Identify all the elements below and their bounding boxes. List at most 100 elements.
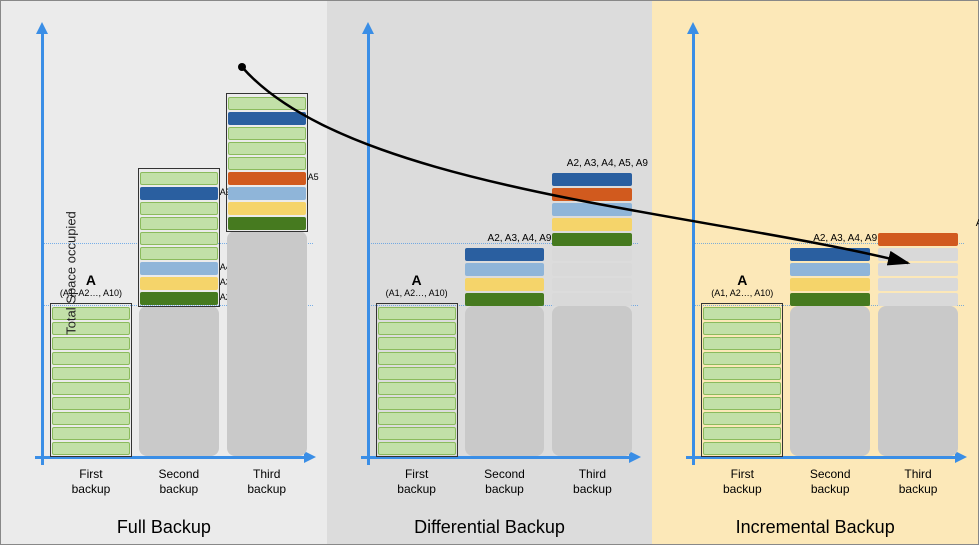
data-block-dkgreen bbox=[228, 217, 306, 230]
x-label: Thirdbackup bbox=[878, 467, 958, 496]
data-block-ltgrey bbox=[552, 293, 632, 306]
x-label: Thirdbackup bbox=[227, 467, 307, 496]
data-block-dkgreen bbox=[465, 293, 545, 306]
data-block-green bbox=[378, 427, 456, 440]
data-block-orange bbox=[552, 188, 632, 201]
panel-title: Differential Backup bbox=[327, 517, 653, 538]
data-block-green bbox=[52, 412, 130, 425]
data-block-green bbox=[703, 397, 781, 410]
y-axis bbox=[692, 32, 695, 465]
data-block-green bbox=[228, 142, 306, 155]
data-block-yellow bbox=[465, 278, 545, 291]
bar-stack: A5 bbox=[227, 94, 307, 456]
data-block-green bbox=[228, 127, 306, 140]
data-block-blue: A4 bbox=[140, 262, 218, 275]
x-label: Secondbackup bbox=[139, 467, 219, 496]
block-side-label: A5 bbox=[306, 172, 319, 182]
data-block-green bbox=[703, 352, 781, 365]
y-axis bbox=[367, 32, 370, 465]
data-block-yellow bbox=[552, 218, 632, 231]
data-block-ltgrey bbox=[878, 248, 958, 261]
column-header: A(A1, A2…, A10) bbox=[377, 272, 457, 298]
bar-stack: A2, A3, A4, A5, A9 bbox=[552, 171, 632, 456]
data-block-dkblue bbox=[465, 248, 545, 261]
bar-column: A5 bbox=[878, 231, 958, 456]
bar-column: A5 bbox=[227, 94, 307, 456]
data-block-ltgrey bbox=[878, 293, 958, 306]
data-block-green bbox=[378, 397, 456, 410]
data-block-green bbox=[52, 427, 130, 440]
bar-stack: A(A1, A2…, A10) bbox=[377, 304, 457, 456]
new-data-group: A5 bbox=[227, 94, 307, 231]
panel-differential-backup: A(A1, A2…, A10)A2, A3, A4, A9A2, A3, A4,… bbox=[327, 1, 653, 544]
data-block-green bbox=[378, 367, 456, 380]
bar-column: A2, A3, A4, A9 bbox=[465, 246, 545, 456]
y-axis-label: Total Space occupied bbox=[63, 211, 78, 335]
data-block-green bbox=[140, 247, 218, 260]
data-block-green bbox=[140, 172, 218, 185]
prior-space-ghost bbox=[878, 306, 958, 456]
prior-space-ghost bbox=[139, 306, 219, 456]
x-label: Secondbackup bbox=[790, 467, 870, 496]
x-label: Secondbackup bbox=[465, 467, 545, 496]
header-sub: (A1, A2…, A10) bbox=[377, 288, 457, 298]
data-block-ltgrey bbox=[878, 263, 958, 276]
data-block-green bbox=[703, 337, 781, 350]
x-axis bbox=[361, 456, 632, 459]
x-axis-labels: Firstbackup SecondbackupThirdbackup bbox=[377, 467, 633, 496]
data-block-green bbox=[703, 382, 781, 395]
data-block-blue bbox=[552, 203, 632, 216]
x-label: Firstbackup bbox=[51, 467, 131, 496]
x-axis-labels: FirstbackupSecondbackupThirdbackup bbox=[702, 467, 958, 496]
bar-columns: A(A1, A2…, A10)A2A3A4A9A5 bbox=[51, 28, 307, 456]
prior-space-ghost bbox=[227, 231, 307, 456]
data-block-green bbox=[378, 352, 456, 365]
bar-column: A(A1, A2…, A10) bbox=[377, 304, 457, 456]
bar-stack: A2, A3, A4, A9 bbox=[465, 246, 545, 456]
prior-space-ghost bbox=[790, 306, 870, 456]
data-block-blue bbox=[790, 263, 870, 276]
bar-column: A2, A3, A4, A5, A9 bbox=[552, 171, 632, 456]
data-block-orange: A5 bbox=[228, 172, 306, 185]
x-label: Thirdbackup bbox=[552, 467, 632, 496]
data-block-green bbox=[703, 307, 781, 320]
stack-top-label: A2, A3, A4, A5, A9 bbox=[552, 158, 662, 171]
x-axis-labels: Firstbackup Secondbackup Thirdbackup bbox=[51, 467, 307, 496]
x-label: Firstbackup bbox=[377, 467, 457, 496]
data-block-dkblue bbox=[228, 112, 306, 125]
prior-space-ghost bbox=[552, 306, 632, 456]
x-axis bbox=[35, 456, 306, 459]
data-block-dkgreen: A2 bbox=[140, 292, 218, 305]
data-block-yellow bbox=[228, 202, 306, 215]
data-block-green bbox=[140, 217, 218, 230]
panel-title: Full Backup bbox=[1, 517, 327, 538]
data-block-green bbox=[52, 442, 130, 455]
header-main: A bbox=[86, 272, 96, 288]
bar-column: A2, A3, A4, A9 bbox=[790, 246, 870, 456]
data-block-green bbox=[703, 427, 781, 440]
data-block-green bbox=[52, 337, 130, 350]
data-block-green bbox=[52, 382, 130, 395]
data-block-green bbox=[703, 367, 781, 380]
data-block-yellow bbox=[790, 278, 870, 291]
bar-columns: A(A1, A2…, A10)A2, A3, A4, A9A2, A3, A4,… bbox=[377, 28, 633, 456]
panel-title: Incremental Backup bbox=[652, 517, 978, 538]
bar-column: A2A3A4A9 bbox=[139, 169, 219, 456]
bar-column: A(A1, A2…, A10) bbox=[702, 304, 782, 456]
header-main: A bbox=[412, 272, 422, 288]
data-block-green bbox=[378, 412, 456, 425]
panel-incremental-backup: A(A1, A2…, A10)A2, A3, A4, A9A5Firstback… bbox=[652, 1, 978, 544]
data-block-green bbox=[378, 442, 456, 455]
stack-top-label: A5 bbox=[878, 218, 979, 231]
bar-stack: A2, A3, A4, A9 bbox=[790, 246, 870, 456]
x-axis bbox=[686, 456, 957, 459]
data-block-ltgrey bbox=[552, 278, 632, 291]
header-sub: (A1, A2…, A10) bbox=[702, 288, 782, 298]
data-block-yellow: A3 bbox=[140, 277, 218, 290]
data-block-dkgreen bbox=[552, 233, 632, 246]
header-main: A bbox=[737, 272, 747, 288]
data-block-green bbox=[52, 352, 130, 365]
column-header: A(A1, A2…, A10) bbox=[702, 272, 782, 298]
data-block-ltgrey bbox=[878, 278, 958, 291]
data-block-green bbox=[140, 232, 218, 245]
